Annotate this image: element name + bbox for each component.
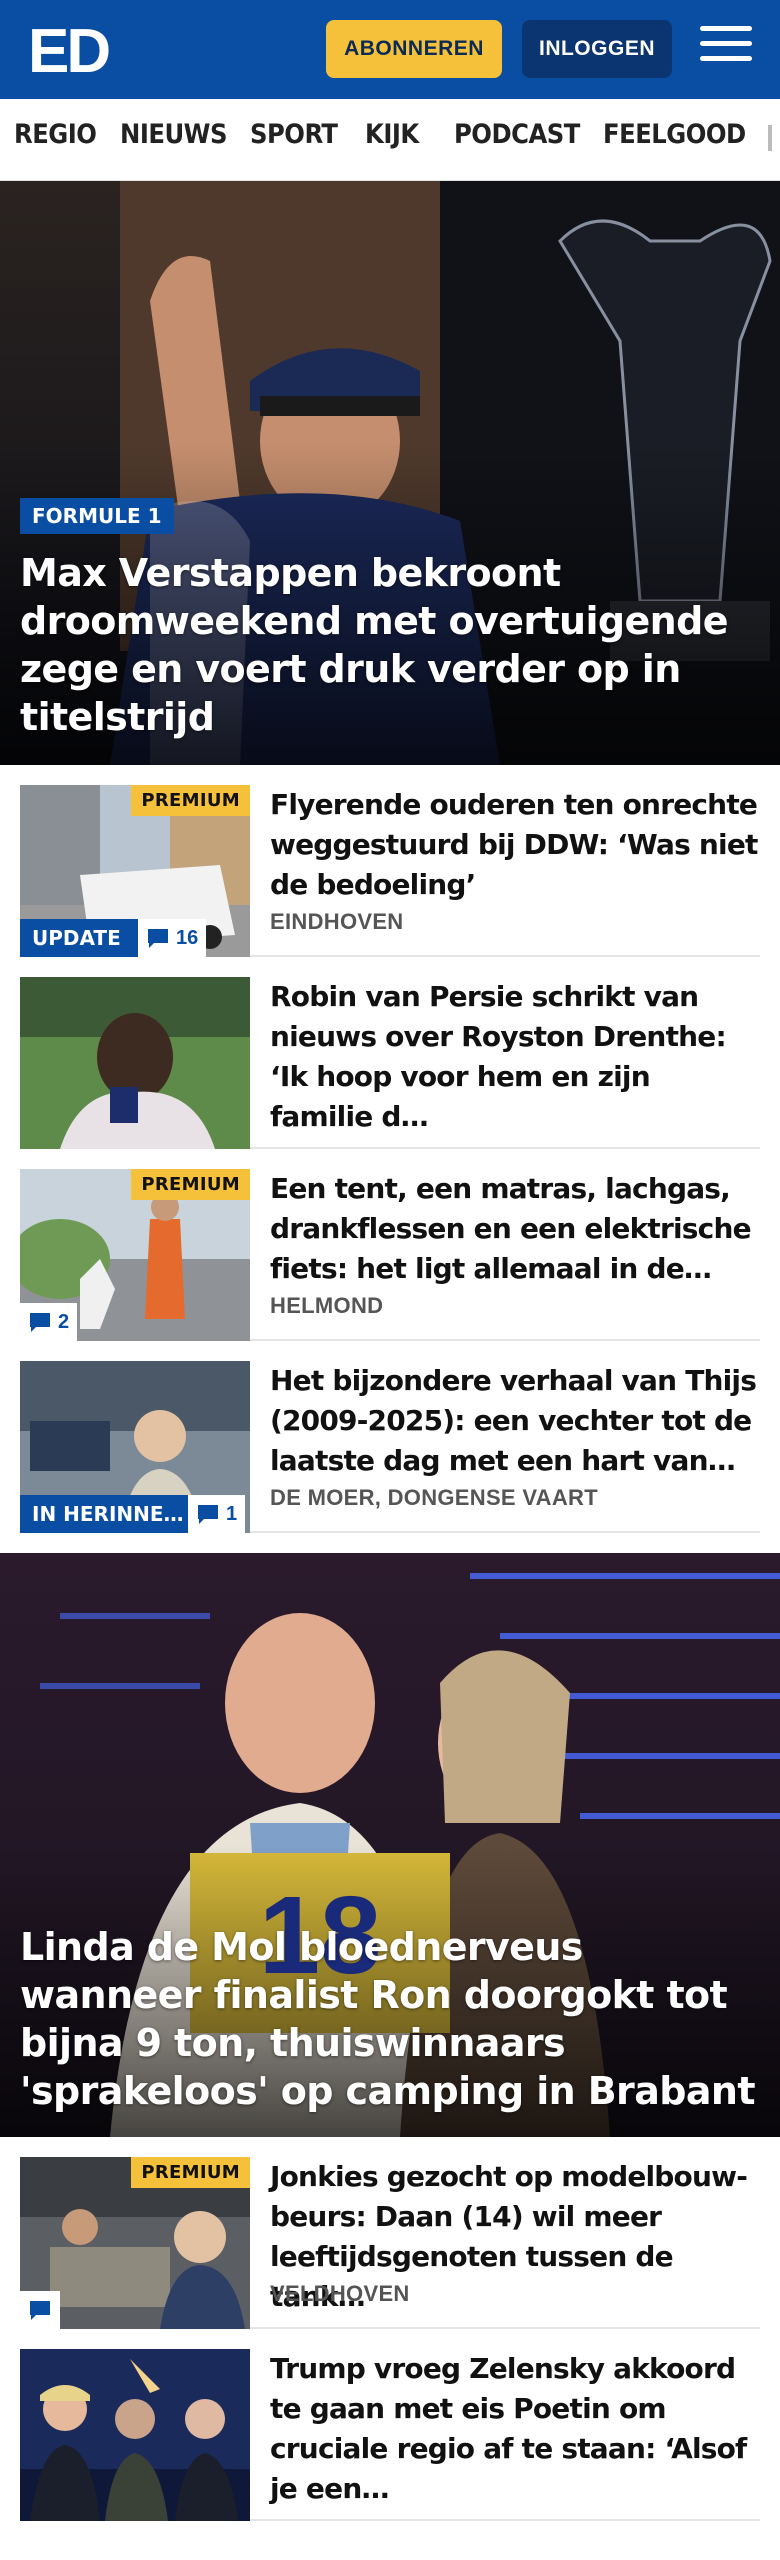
article-location: DE MOER, DONGENSE VAART [270,1485,598,1510]
ed-logo[interactable]: ED [28,18,118,80]
comment-bubble-icon [148,929,168,948]
in-memoriam-tag: IN HERINNE… [20,1495,188,1533]
comment-bubble-icon [198,1505,218,1524]
article-headline[interactable]: Het bijzondere verhaal van Thijs (2009-2… [270,1361,760,1481]
comment-count[interactable]: 1 [188,1495,246,1533]
article-thumbnail: PREMIUM UPDATE 16 [20,785,250,957]
hero2-headline[interactable]: Linda de Mol bloednerveus wanneer finali… [20,1923,760,2115]
hero-category-badge: FORMULE 1 [20,498,174,534]
hero-article[interactable]: FORMULE 1 Max Verstappen bekroont droomw… [0,181,780,765]
article-location: EINDHOVEN [270,909,404,934]
comment-bubble-icon [30,2301,50,2320]
comment-count-value: 16 [176,926,199,949]
hero-article-secondary[interactable]: 18 Linda de Mol bloednerveus wanneer fin… [0,1553,780,2137]
nav-item-feelgood[interactable]: FEELGOOD [603,119,746,150]
article-headline[interactable]: Robin van Persie schrikt van nieuws over… [270,977,760,1137]
update-tag: UPDATE [20,919,138,957]
article-card[interactable]: PREMIUM 2 Een tent, een matras, lachgas,… [20,1149,760,1341]
subscribe-button[interactable]: ABONNEREN [326,20,502,78]
article-card[interactable]: PREMIUM UPDATE 16 Flyerende ouderen ten … [20,765,760,957]
menu-line [700,26,752,31]
article-location: VELDHOVEN [270,2281,410,2306]
login-button[interactable]: INLOGGEN [522,20,672,78]
section-nav: REGIO NIEUWS SPORT KIJK PODCAST FEELGOOD [0,99,780,181]
hamburger-menu-icon[interactable] [700,26,752,70]
article-card[interactable]: IN HERINNE… 1 Het bijzondere verhaal van… [20,1341,760,1533]
comment-count-value: 2 [58,1310,70,1333]
article-card[interactable]: PREMIUM Jonkies gezocht op modelbouw­beu… [20,2137,760,2329]
logo-text: ED [28,18,109,80]
article-thumbnail [20,977,250,1149]
comment-count[interactable]: 2 [20,1303,78,1341]
article-location: HELMOND [270,1293,384,1318]
nav-item-podcast[interactable]: PODCAST [454,119,580,150]
nav-item-kijk[interactable]: KIJK [365,119,419,150]
nav-item-sport[interactable]: SPORT [250,119,338,150]
article-headline[interactable]: Een tent, een matras, lachgas, drankfles… [270,1169,760,1289]
comment-bubble-icon [30,1313,50,1332]
premium-badge: PREMIUM [131,785,250,816]
article-card[interactable]: Robin van Persie schrikt van nieuws over… [20,957,760,1149]
article-headline[interactable]: Flyerende ouderen ten onrechte weggestuu… [270,785,760,905]
premium-badge: PREMIUM [131,1169,250,1200]
comment-count-value: 1 [226,1502,238,1525]
hero-headline[interactable]: Max Verstappen bekroont droomweekend met… [20,549,760,741]
nav-item-nieuws[interactable]: NIEUWS [120,119,227,150]
article-thumbnail: PREMIUM 2 [20,1169,250,1341]
nav-overflow-hint [768,125,772,151]
article-thumbnail [20,2349,250,2521]
premium-badge: PREMIUM [131,2157,250,2188]
nav-item-regio[interactable]: REGIO [14,119,97,150]
top-header: ED ABONNEREN INLOGGEN [0,0,780,99]
article-headline[interactable]: Trump vroeg Zelensky akkoord te gaan met… [270,2349,760,2509]
comment-count[interactable]: 16 [138,919,207,957]
thumbnail-image [20,977,250,1149]
article-thumbnail: IN HERINNE… 1 [20,1361,250,1533]
menu-line [700,41,752,46]
menu-line [700,56,752,61]
article-thumbnail: PREMIUM [20,2157,250,2329]
thumbnail-image [20,2349,250,2521]
comment-count[interactable] [20,2291,60,2329]
article-card[interactable]: Trump vroeg Zelensky akkoord te gaan met… [20,2329,760,2521]
